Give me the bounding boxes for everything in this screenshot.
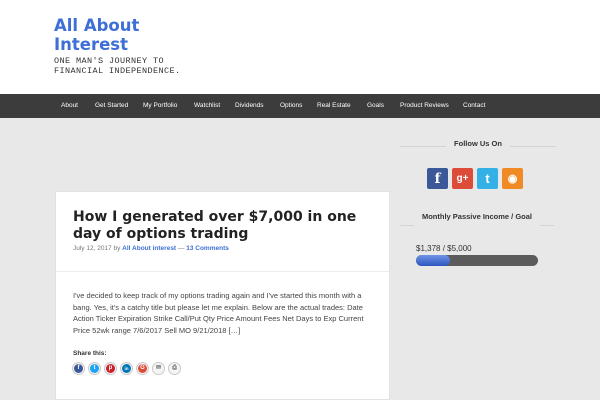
site-tagline: ONE MAN'S JOURNEY TO FINANCIAL INDEPENDE… (54, 56, 181, 76)
share-linkedin-button[interactable]: in (120, 362, 133, 375)
site-title[interactable]: All About Interest (54, 16, 174, 54)
social-google-plus-link[interactable]: g+ (452, 168, 473, 189)
email-icon: ✉ (155, 365, 162, 371)
nav-item-watchlist[interactable]: Watchlist (194, 94, 220, 118)
share-pinterest-button[interactable]: p (104, 362, 117, 375)
post-date: July 12, 2017 (73, 245, 112, 252)
social-facebook-link[interactable]: f (427, 168, 448, 189)
heading-rule (400, 146, 446, 147)
post-title[interactable]: How I generated over $7,000 in one day o… (73, 209, 378, 243)
share-email-button[interactable]: ✉ (152, 362, 165, 375)
nav-item-dividends[interactable]: Dividends (235, 94, 264, 118)
rss-icon: ◉ (507, 173, 518, 185)
share-google-plus-button[interactable]: G (136, 362, 149, 375)
twitter-icon: t (485, 171, 490, 186)
linkedin-icon: in (122, 364, 131, 373)
post-divider (56, 271, 389, 272)
post-meta: July 12, 2017 by All About interest — 13… (73, 245, 229, 252)
income-heading: Monthly Passive Income / Goal (421, 212, 533, 221)
nav-item-about[interactable]: About (61, 94, 78, 118)
income-progress-bar (416, 255, 538, 266)
income-value: $1,378 / $5,000 (416, 244, 472, 253)
social-twitter-link[interactable]: t (477, 168, 498, 189)
heading-rule (510, 146, 556, 147)
facebook-icon: f (74, 364, 83, 373)
post-author-link[interactable]: All About interest (122, 245, 176, 252)
nav-item-get-started[interactable]: Get Started (95, 94, 128, 118)
social-rss-link[interactable]: ◉ (502, 168, 523, 189)
print-icon: ⎙ (172, 365, 177, 371)
nav-item-real-estate[interactable]: Real Estate (317, 94, 351, 118)
google-plus-icon: G (138, 364, 147, 373)
twitter-icon: t (90, 364, 99, 373)
google-plus-icon: g+ (456, 173, 469, 184)
nav-item-product-reviews[interactable]: Product Reviews (400, 94, 449, 118)
share-twitter-button[interactable]: t (88, 362, 101, 375)
post-by: by (113, 245, 121, 252)
facebook-icon: f (434, 170, 441, 187)
follow-heading: Follow Us On (454, 139, 502, 148)
post-meta-separator: — (177, 245, 185, 252)
nav-item-options[interactable]: Options (280, 94, 302, 118)
income-progress-fill (416, 255, 450, 266)
heading-rule (400, 225, 414, 226)
pinterest-icon: p (106, 364, 115, 373)
main-nav: About Get Started My Portfolio Watchlist… (0, 94, 600, 118)
nav-item-my-portfolio[interactable]: My Portfolio (143, 94, 177, 118)
nav-item-goals[interactable]: Goals (367, 94, 384, 118)
post-comments-link[interactable]: 13 Comments (186, 245, 229, 252)
post-excerpt: I've decided to keep track of my options… (73, 291, 364, 335)
share-facebook-button[interactable]: f (72, 362, 85, 375)
site-header: All About Interest ONE MAN'S JOURNEY TO … (0, 0, 600, 94)
share-print-button[interactable]: ⎙ (168, 362, 181, 375)
nav-item-contact[interactable]: Contact (463, 94, 485, 118)
post-card: How I generated over $7,000 in one day o… (55, 191, 390, 400)
heading-rule (540, 225, 554, 226)
share-label: Share this: (73, 350, 107, 357)
